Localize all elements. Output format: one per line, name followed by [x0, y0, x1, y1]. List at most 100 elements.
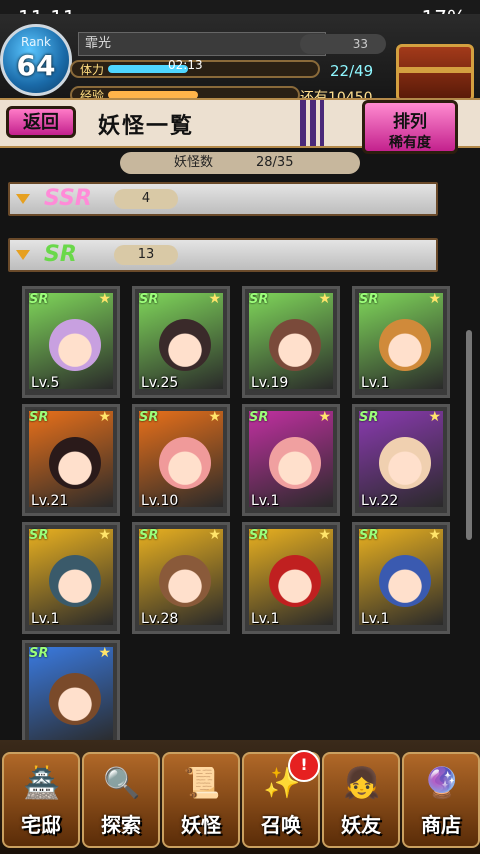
star-icon: ★	[208, 291, 221, 307]
card-level: Lv.1	[361, 611, 390, 627]
portrait-face	[49, 555, 101, 607]
rank-value: 64	[16, 49, 56, 82]
star-icon: ★	[208, 527, 221, 543]
star-icon: ★	[428, 527, 441, 543]
menu-label: 宅邸	[21, 813, 61, 837]
yokai-card[interactable]: SR ★ Lv.1	[352, 522, 450, 634]
menu-label: 妖怪	[181, 813, 221, 837]
card-level: Lv.22	[361, 493, 399, 509]
rarity-badge: SR	[29, 646, 49, 661]
yokai-card[interactable]: SR ★ Lv.22	[352, 404, 450, 516]
rarity-badge: SR	[29, 528, 49, 543]
collapse-arrow-icon	[16, 194, 30, 204]
portrait-face	[269, 319, 321, 371]
card-level: Lv.1	[361, 375, 390, 391]
card-level: Lv.1	[31, 611, 60, 627]
back-button[interactable]: 返回	[6, 106, 76, 138]
explore-icon: 🔍	[103, 766, 141, 801]
card-level: Lv.10	[141, 493, 179, 509]
card-level: Lv.19	[251, 375, 289, 391]
card-level: Lv.1	[251, 493, 280, 509]
sort-button[interactable]: 排列 稀有度	[362, 100, 458, 154]
rarity-badge: SR	[139, 528, 159, 543]
portrait-face	[49, 673, 101, 725]
card-level: Lv.25	[141, 375, 179, 391]
yokai-card[interactable]: SR ★ Lv.5	[22, 286, 120, 398]
yokai-card[interactable]: SR ★ Lv.21	[22, 404, 120, 516]
yokai-icon: 📜	[183, 766, 221, 801]
rarity-badge: SR	[29, 292, 49, 307]
yokai-card[interactable]: SR ★ Lv.25	[132, 286, 230, 398]
rarity-badge: SR	[249, 292, 269, 307]
shop-icon: 🔮	[423, 766, 461, 801]
star-icon: ★	[208, 409, 221, 425]
portrait-face	[159, 555, 211, 607]
star-icon: ★	[98, 409, 111, 425]
menu-label: 召唤	[261, 813, 301, 837]
stamina-timer: 02:13	[168, 58, 203, 72]
treasure-chest-icon[interactable]	[396, 44, 474, 102]
star-icon: ★	[98, 291, 111, 307]
star-icon: ★	[428, 409, 441, 425]
bottom-menu: 🏯 宅邸 🔍 探索 📜 妖怪 ✨ 召唤 👧 妖友 🔮 商店	[0, 740, 480, 854]
menu-label: 探索	[101, 813, 141, 837]
stamina-value: 22/49	[330, 62, 374, 80]
yokai-card[interactable]: SR ★ Lv.28	[132, 522, 230, 634]
yokai-card[interactable]: SR ★	[22, 640, 120, 752]
rarity-badge: SR	[359, 528, 379, 543]
menu-friends-button[interactable]: 👧 妖友	[322, 752, 400, 848]
rarity-badge: SR	[139, 292, 159, 307]
menu-mansion-button[interactable]: 🏯 宅邸	[2, 752, 80, 848]
yokai-count: 妖怪数 28/35	[120, 152, 360, 174]
menu-explore-button[interactable]: 🔍 探索	[82, 752, 160, 848]
group-header-ssr[interactable]: SSR 4	[8, 182, 438, 216]
rarity-badge: SR	[249, 528, 269, 543]
card-level: Lv.28	[141, 611, 179, 627]
card-level: Lv.5	[31, 375, 60, 391]
rank-badge[interactable]: Rank 64	[0, 24, 72, 96]
menu-label: 商店	[421, 813, 461, 837]
rarity-badge: SR	[139, 410, 159, 425]
yokai-card[interactable]: SR ★ Lv.1	[352, 286, 450, 398]
nav-band: 返回 妖怪一覧 排列 稀有度	[0, 98, 480, 154]
rarity-badge: SR	[359, 410, 379, 425]
card-level: Lv.21	[31, 493, 69, 509]
portrait-face	[379, 437, 431, 489]
yokai-card[interactable]: SR ★ Lv.1	[242, 404, 340, 516]
yokai-card[interactable]: SR ★ Lv.19	[242, 286, 340, 398]
summon-alert-badge: !	[288, 750, 320, 782]
star-icon: ★	[318, 527, 331, 543]
menu-shop-button[interactable]: 🔮 商店	[402, 752, 480, 848]
star-icon: ★	[428, 291, 441, 307]
friends-icon: 👧	[343, 766, 381, 801]
yokai-card[interactable]: SR ★ Lv.1	[22, 522, 120, 634]
player-header: Rank 64 霏光 33 体力 02:13 22/49 经验 还有10450	[0, 14, 480, 106]
star-icon: ★	[318, 291, 331, 307]
rarity-badge: SR	[29, 410, 49, 425]
portrait-face	[379, 555, 431, 607]
portrait-face	[379, 319, 431, 371]
menu-yokai-button[interactable]: 📜 妖怪	[162, 752, 240, 848]
portrait-face	[49, 437, 101, 489]
player-name: 霏光	[78, 32, 326, 56]
scrollbar[interactable]	[466, 330, 472, 540]
portrait-face	[49, 319, 101, 371]
star-icon: ★	[98, 645, 111, 661]
portrait-face	[159, 319, 211, 371]
rarity-badge: SR	[249, 410, 269, 425]
card-portrait	[29, 647, 113, 743]
star-icon: ★	[98, 527, 111, 543]
menu-label: 妖友	[341, 813, 381, 837]
card-level: Lv.1	[251, 611, 280, 627]
yokai-card[interactable]: SR ★ Lv.10	[132, 404, 230, 516]
collapse-arrow-icon	[16, 250, 30, 260]
gem-counter: 33	[300, 34, 386, 54]
group-header-sr[interactable]: SR 13	[8, 238, 438, 272]
yokai-card[interactable]: SR ★ Lv.1	[242, 522, 340, 634]
star-icon: ★	[318, 409, 331, 425]
decor-stripes	[300, 100, 324, 146]
mansion-icon: 🏯	[23, 766, 61, 801]
rarity-badge: SR	[359, 292, 379, 307]
page-title: 妖怪一覧	[98, 114, 195, 139]
portrait-face	[269, 437, 321, 489]
